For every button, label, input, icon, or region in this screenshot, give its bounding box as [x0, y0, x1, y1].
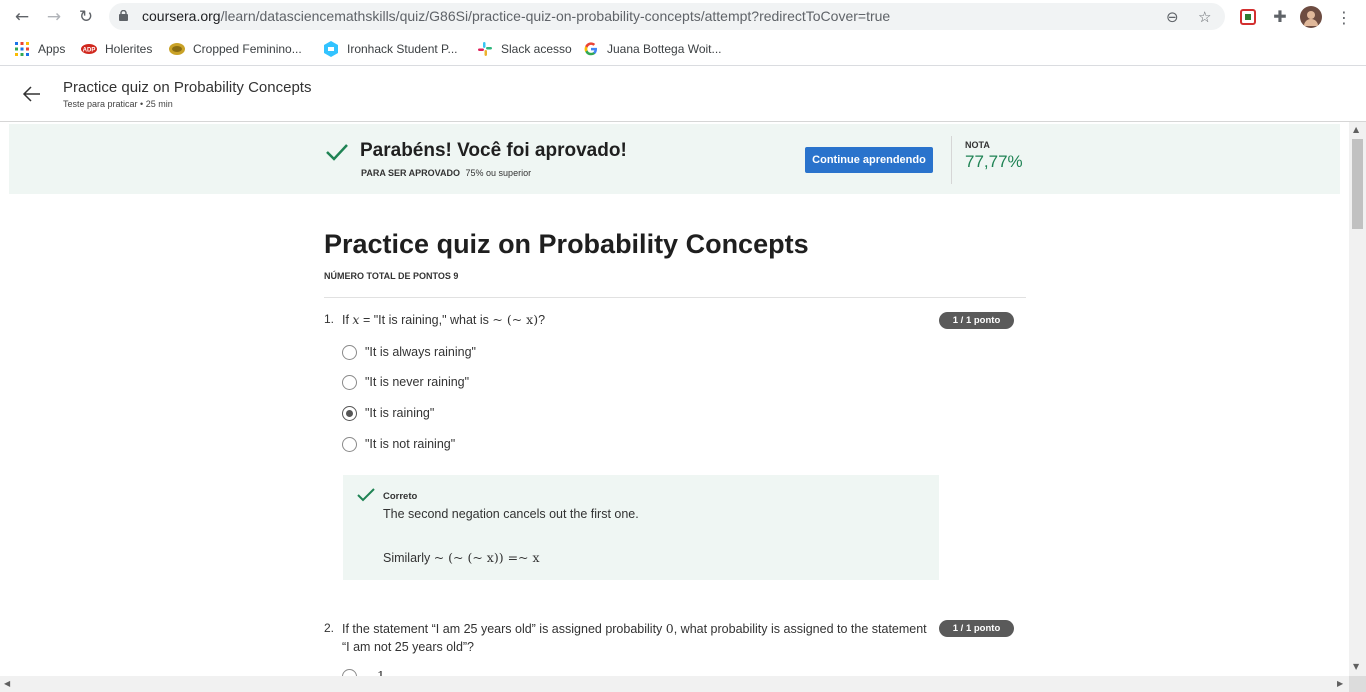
question-1-text: If x = "It is raining," what is ~ (~ x)?	[342, 312, 546, 327]
menu-dots-icon[interactable]: ⋮	[1333, 6, 1355, 28]
continue-learning-button[interactable]: Continue aprendendo	[805, 147, 933, 173]
bookmark-label: Cropped Feminino...	[193, 42, 302, 56]
header-title: Practice quiz on Probability Concepts	[63, 79, 312, 96]
bookmark-slack[interactable]: Slack acesso	[477, 41, 572, 57]
option-label: "It is always raining"	[365, 345, 476, 359]
pass-banner: Parabéns! Você foi aprovado! PARA SER AP…	[9, 124, 1340, 194]
scroll-up-icon[interactable]: ▲	[1353, 125, 1359, 134]
feedback-similarly: Similarly ~ (~ (~ x)) =~ x	[383, 550, 540, 565]
apps-grid-icon	[15, 42, 29, 56]
score-badge: 1 / 1 ponto	[939, 312, 1014, 329]
bookmark-apps[interactable]: Apps	[14, 41, 65, 57]
bookmark-label: Slack acesso	[501, 42, 572, 56]
browser-toolbar: ← → ↻ coursera.org/learn/datasciencemath…	[0, 0, 1366, 33]
zoom-icon[interactable]: ⊖	[1166, 8, 1179, 26]
option-1[interactable]: "It is always raining"	[342, 343, 476, 361]
divider	[951, 136, 952, 184]
check-icon	[326, 144, 348, 161]
divider	[324, 297, 1026, 298]
bookmark-juana[interactable]: Juana Bottega Woit...	[583, 41, 722, 57]
url-text: coursera.org/learn/datasciencemathskills…	[142, 8, 891, 24]
quiz-title: Practice quiz on Probability Concepts	[324, 229, 809, 259]
feedback-box: Correto The second negation cancels out …	[343, 475, 939, 580]
horizontal-scrollbar[interactable]: ◀ ▶	[0, 676, 1349, 692]
scroll-down-icon[interactable]: ▼	[1353, 662, 1359, 671]
slack-icon	[478, 42, 492, 56]
adp-icon: ADP	[81, 44, 97, 54]
option-label: 1	[377, 668, 385, 676]
extension-icon[interactable]	[1237, 6, 1259, 28]
svg-text:ADP: ADP	[83, 48, 96, 54]
radio-button-selected[interactable]	[342, 405, 357, 421]
address-bar[interactable]: coursera.org/learn/datasciencemathskills…	[109, 3, 1225, 30]
puzzle-icon[interactable]: ✚	[1269, 6, 1291, 28]
question-number: 1.	[324, 312, 335, 326]
avatar[interactable]	[1300, 6, 1322, 28]
google-icon	[584, 42, 597, 56]
lock-icon	[119, 10, 128, 21]
star-icon[interactable]: ☆	[1198, 8, 1211, 26]
header-subtitle: Teste para praticar • 25 min	[63, 99, 173, 109]
bookmark-label: Juana Bottega Woit...	[607, 42, 722, 56]
option-label: "It is raining"	[365, 406, 435, 420]
grade-label: NOTA	[965, 140, 990, 150]
forward-icon[interactable]: →	[42, 5, 66, 29]
total-points: NÚMERO TOTAL DE PONTOS 9	[324, 271, 459, 281]
option-4[interactable]: "It is not raining"	[342, 435, 455, 453]
option-label: "It is not raining"	[365, 437, 456, 451]
pill-icon	[169, 43, 185, 55]
vertical-scrollbar[interactable]: ▲ ▼	[1349, 122, 1366, 676]
back-icon[interactable]: ←	[10, 5, 34, 29]
question-number: 2.	[324, 621, 335, 635]
radio-button[interactable]	[342, 344, 357, 360]
grade-value: 77,77%	[965, 152, 1023, 171]
pass-requirement: PARA SER APROVADO 75% ou superior	[361, 168, 532, 178]
bookmark-label: Holerites	[105, 42, 153, 56]
radio-button[interactable]	[342, 436, 357, 452]
scroll-left-icon[interactable]: ◀	[4, 679, 10, 688]
scrollbar-thumb[interactable]	[1352, 139, 1363, 229]
bookmark-cropped[interactable]: Cropped Feminino...	[169, 41, 302, 57]
hex-icon	[324, 41, 338, 57]
scroll-corner	[1349, 676, 1366, 692]
bookmark-holerites[interactable]: ADP Holerites	[81, 41, 152, 57]
back-arrow-icon[interactable]	[20, 82, 44, 106]
feedback-label: Correto	[383, 491, 418, 502]
score-badge: 1 / 1 ponto	[939, 620, 1014, 637]
banner-title: Parabéns! Você foi aprovado!	[360, 140, 627, 161]
question-2-text-line2: “I am not 25 years old”?	[342, 640, 475, 654]
scroll-right-icon[interactable]: ▶	[1337, 679, 1343, 688]
check-icon	[357, 488, 375, 502]
option-3[interactable]: "It is raining"	[342, 404, 434, 422]
radio-button[interactable]	[342, 669, 357, 676]
question-2-text: If the statement “I am 25 years old” is …	[342, 621, 927, 636]
reload-icon[interactable]: ↻	[74, 5, 98, 29]
bookmark-ironhack[interactable]: Ironhack Student P...	[323, 41, 458, 57]
option-partial[interactable]: 1	[342, 668, 385, 676]
option-label: "It is never raining"	[365, 375, 470, 389]
course-header: Practice quiz on Probability Concepts Te…	[0, 67, 1366, 122]
bookmark-label: Apps	[38, 42, 66, 56]
radio-button[interactable]	[342, 374, 357, 390]
bookmark-label: Ironhack Student P...	[347, 42, 458, 56]
bookmarks-bar: Apps ADP Holerites Cropped Feminino... I…	[0, 33, 1366, 66]
option-2[interactable]: "It is never raining"	[342, 373, 469, 391]
feedback-text: The second negation cancels out the firs…	[383, 507, 639, 521]
